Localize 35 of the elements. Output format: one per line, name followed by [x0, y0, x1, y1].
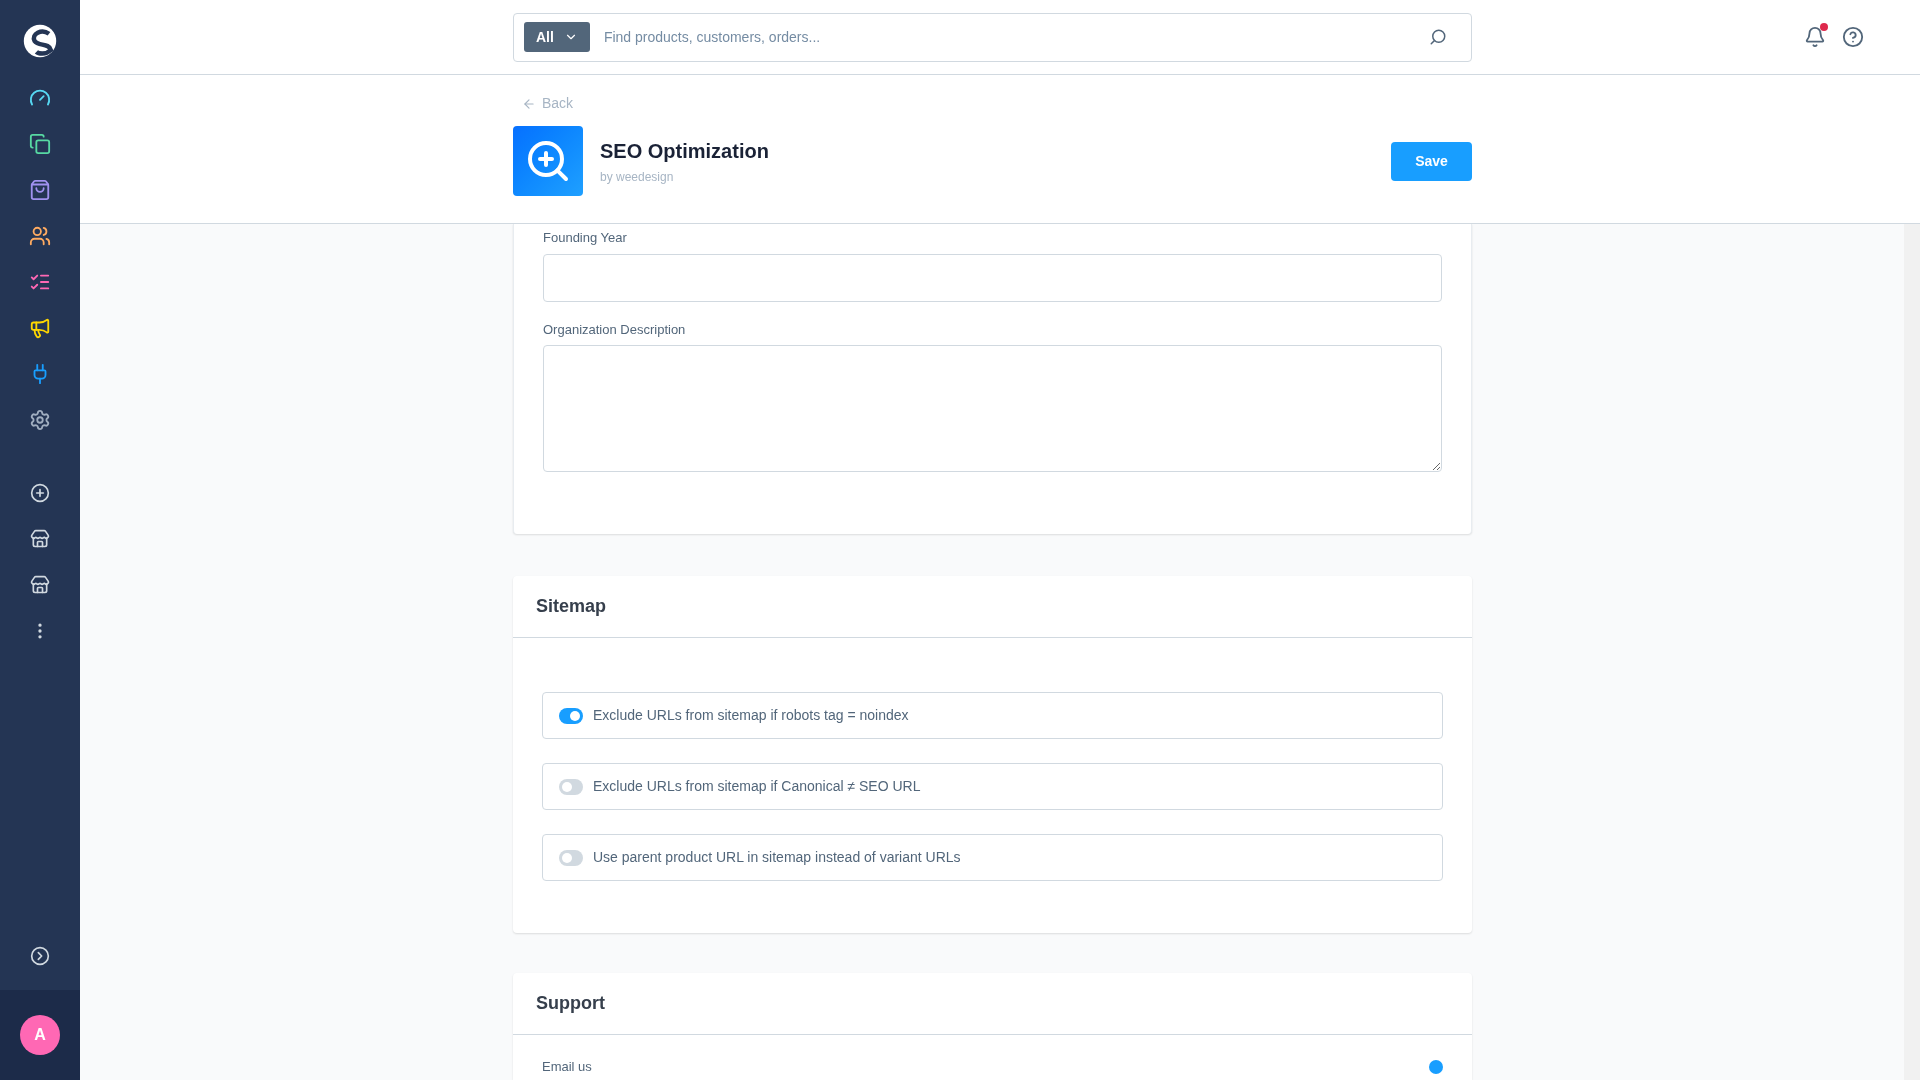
app-title: SEO Optimization: [600, 139, 769, 164]
field-label: Email us: [542, 1058, 592, 1076]
save-button[interactable]: Save: [1391, 141, 1472, 181]
search-scope-dropdown[interactable]: All: [524, 22, 590, 52]
users-icon[interactable]: [29, 225, 51, 247]
arrow-left-icon: [522, 96, 536, 111]
user-avatar[interactable]: A: [20, 1015, 60, 1055]
notifications-button[interactable]: [1804, 26, 1826, 48]
settings-icon[interactable]: [29, 409, 51, 431]
field-label: Organization Description: [543, 320, 687, 339]
store-icon[interactable]: [30, 529, 50, 549]
store-icon[interactable]: [30, 575, 50, 595]
toggle-label: Exclude URLs from sitemap if robots tag = noindex: [593, 706, 909, 725]
toggle-label: Use parent product URL in sitemap instead of variant URLs: [593, 848, 961, 867]
toggle-switch[interactable]: [559, 849, 583, 866]
text-field[interactable]: [543, 253, 1442, 302]
plus-circle-icon[interactable]: [30, 483, 50, 503]
card-title: Support: [536, 992, 605, 1015]
field-label: Founding Year: [543, 229, 628, 247]
back-link[interactable]: Back: [522, 93, 574, 114]
app-vendor: by weedesign: [600, 169, 675, 186]
help-icon[interactable]: [1842, 26, 1864, 48]
search-field[interactable]: All Find products, customers, orders...: [513, 12, 1472, 62]
logo-icon[interactable]: [22, 23, 58, 59]
toggle-switch[interactable]: [559, 778, 583, 795]
bell-icon: [1804, 26, 1826, 48]
scrollbar[interactable]: [1904, 224, 1920, 1080]
expand-icon[interactable]: [30, 946, 50, 966]
toggle-switch[interactable]: [559, 707, 583, 724]
copy-icon[interactable]: [29, 133, 51, 155]
toggle-label: Exclude URLs from sitemap if Canonical ≠ SEO URL: [593, 777, 921, 796]
search-icon[interactable]: [1429, 28, 1447, 46]
bag-icon[interactable]: [29, 179, 51, 201]
card-title: Sitemap: [536, 595, 607, 618]
megaphone-icon[interactable]: [29, 317, 51, 339]
